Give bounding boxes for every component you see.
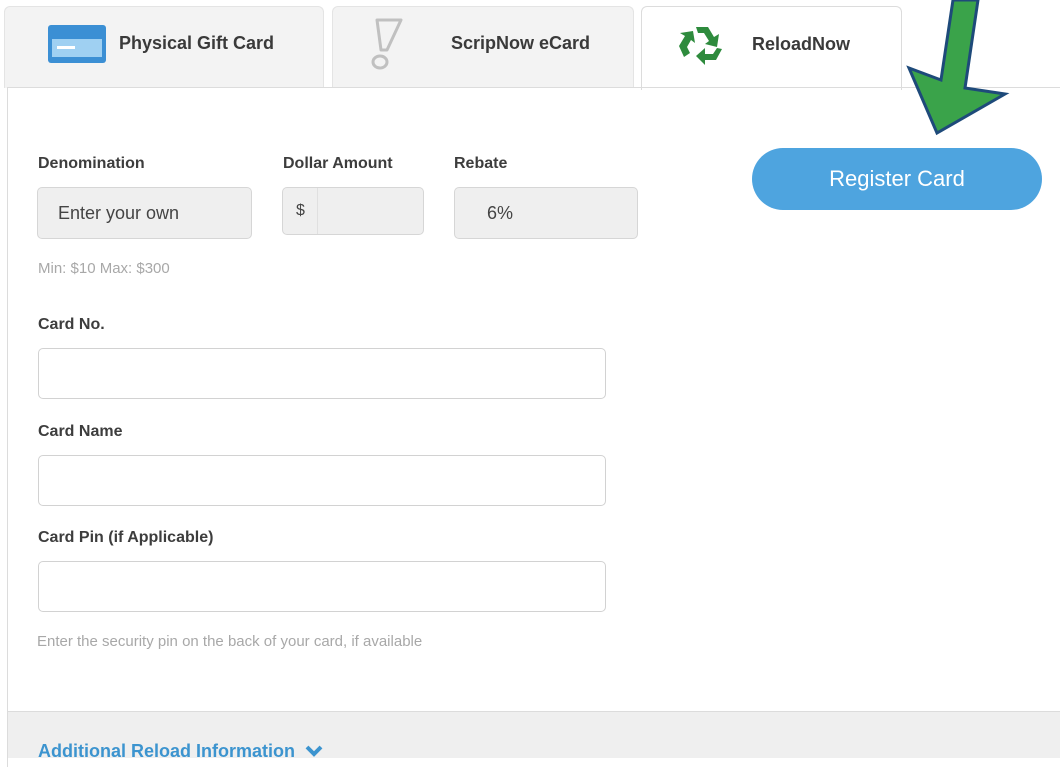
credit-card-icon bbox=[47, 24, 107, 64]
tab-label: Physical Gift Card bbox=[119, 33, 275, 53]
dollar-amount-label: Dollar Amount bbox=[283, 155, 393, 172]
denomination-select[interactable]: Enter your own bbox=[37, 187, 252, 239]
additional-reload-info-label: Additional Reload Information bbox=[38, 741, 295, 761]
card-name-label: Card Name bbox=[38, 423, 123, 440]
card-pin-hint: Enter the security pin on the back of yo… bbox=[37, 633, 423, 650]
dollar-prefix: $ bbox=[283, 188, 318, 234]
rebate-field: 6% bbox=[454, 187, 638, 239]
tab-label: ReloadNow bbox=[752, 34, 851, 54]
tab-reloadnow[interactable]: ReloadNow bbox=[641, 6, 902, 90]
tab-scripnow-ecard[interactable]: ScripNow eCard bbox=[332, 6, 634, 88]
card-no-input[interactable] bbox=[38, 348, 606, 399]
recycle-icon bbox=[678, 23, 728, 67]
denomination-label: Denomination bbox=[38, 155, 145, 172]
denomination-value: Enter your own bbox=[58, 202, 180, 223]
tab-physical-gift-card[interactable]: Physical Gift Card bbox=[4, 6, 324, 88]
green-arrow-annotation bbox=[906, 0, 1010, 136]
register-card-button[interactable]: Register Card bbox=[752, 148, 1042, 210]
amount-range-hint: Min: $10 Max: $300 bbox=[38, 260, 170, 277]
card-pin-input[interactable] bbox=[38, 561, 606, 612]
dollar-amount-field[interactable]: $ bbox=[282, 187, 424, 235]
additional-reload-info-link[interactable]: Additional Reload Information bbox=[38, 741, 323, 762]
rebate-label: Rebate bbox=[454, 155, 508, 172]
footer-bar: Additional Reload Information bbox=[8, 711, 1060, 761]
tab-label: ScripNow eCard bbox=[451, 33, 591, 53]
card-pin-label: Card Pin (if Applicable) bbox=[38, 529, 214, 546]
lightning-icon bbox=[367, 16, 407, 72]
chevron-down-icon bbox=[305, 741, 323, 762]
card-no-label: Card No. bbox=[38, 316, 105, 333]
rebate-value: 6% bbox=[487, 202, 514, 223]
card-name-input[interactable] bbox=[38, 455, 606, 506]
